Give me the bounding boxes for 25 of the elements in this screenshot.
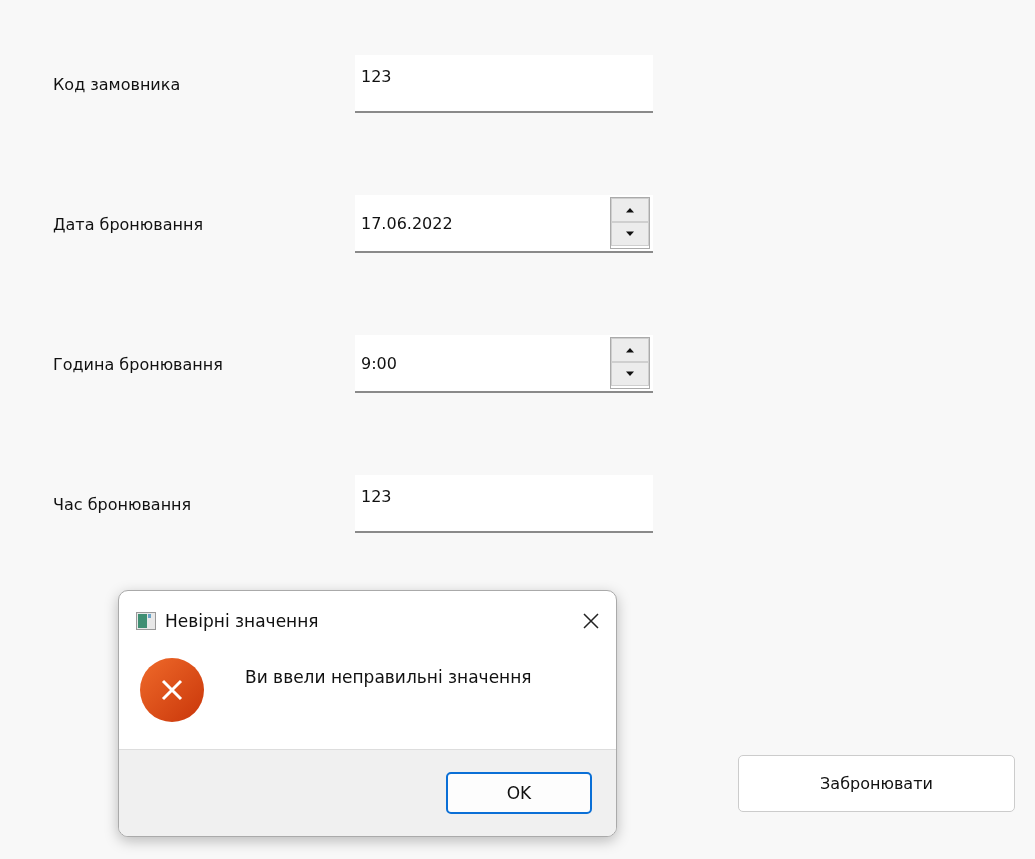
down-arrow-icon [625,231,635,237]
spin-box[interactable]: 17.06.2022 [355,195,653,253]
error-icon [139,657,205,723]
window-icon [136,612,156,630]
input-field[interactable]: 17.06.2022 [355,195,607,251]
spin-down-button[interactable] [611,222,649,246]
down-arrow-icon [625,371,635,377]
input-field[interactable]: 123 [355,55,653,113]
ok-button[interactable]: OK [446,772,592,814]
up-arrow-icon [625,207,635,213]
error-message: Ви ввели неправильні значення [245,667,532,687]
spin-up-button[interactable] [611,338,649,362]
book-button[interactable]: Забронювати [738,755,1015,812]
close-icon[interactable] [582,612,600,630]
field-label: Дата бронювання [53,214,205,234]
spin-box[interactable]: 9:00 [355,335,653,393]
spin-up-button[interactable] [611,198,649,222]
field-label: Код замовника [53,74,182,94]
field-label: Година бронювання [53,354,224,374]
input-field[interactable]: 123 [355,475,653,533]
field-label: Час бронювання [53,494,193,514]
up-arrow-icon [625,347,635,353]
dialog-title: Невірні значення [165,611,319,631]
input-field[interactable]: 9:00 [355,335,607,391]
spin-down-button[interactable] [611,362,649,386]
